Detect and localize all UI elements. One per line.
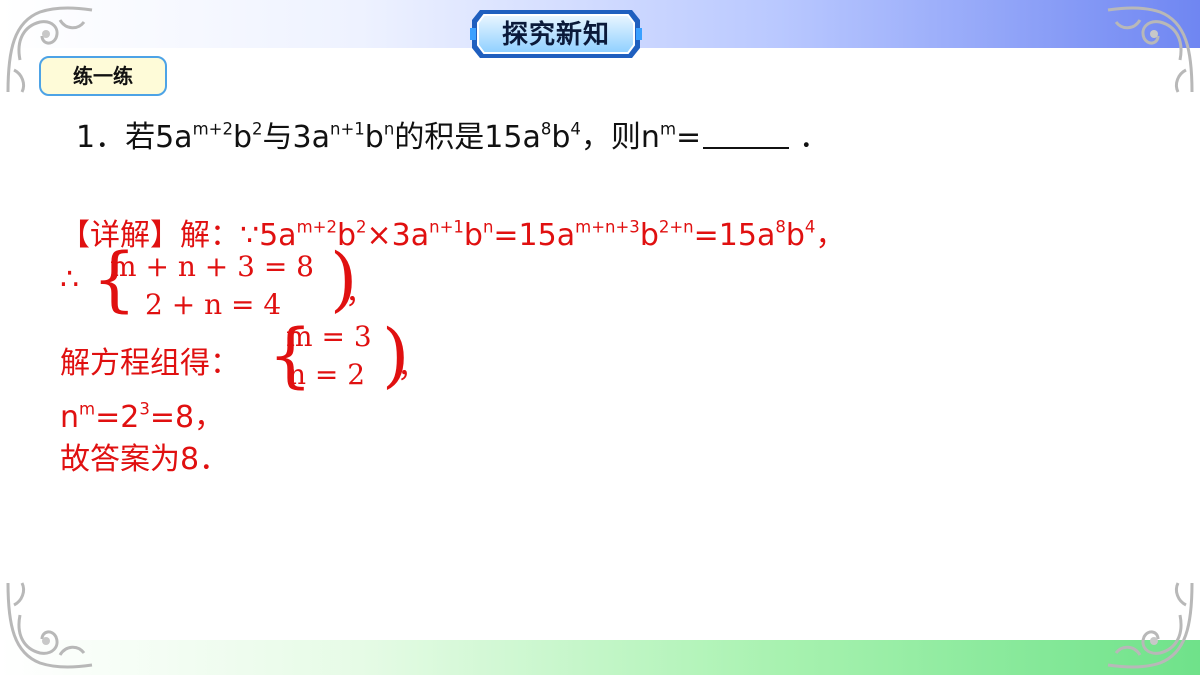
solution-line-1: 【详解】解：∵5am+2b2×3an+1bn=15am+n+3b2+n=15a8… (60, 217, 846, 253)
section-title: 探究新知 (501, 20, 610, 50)
practice-tag: 练一练 (39, 56, 167, 96)
answer-blank (703, 123, 790, 149)
corner-ornament-icon (1107, 582, 1194, 669)
corner-ornament-icon (1107, 6, 1194, 93)
question-text: 1．若5am+2b2与3an+1bn的积是15a8b4，则nm= ． (76, 119, 830, 155)
solution-conclusion: 故答案为8． (60, 442, 230, 477)
therefore-symbol: ∴ (60, 262, 80, 297)
system2-eq2: n = 2 (288, 358, 366, 391)
solve-system-label: 解方程组得： (60, 346, 240, 381)
system1-eq1: m + n + 3 = 8 (110, 250, 314, 283)
system2-eq1: m = 3 (286, 320, 372, 353)
corner-ornament-icon (6, 582, 93, 669)
bottom-gradient-bar (0, 640, 1200, 675)
section-title-plate: 探究新知 (470, 6, 642, 62)
system2-comma: ， (397, 350, 427, 385)
solution-line-4: nm=23=8， (60, 399, 225, 435)
question-number: 1． (76, 120, 126, 155)
system1-comma: ， (345, 276, 375, 311)
system1-eq2: 2 + n = 4 (145, 288, 282, 321)
